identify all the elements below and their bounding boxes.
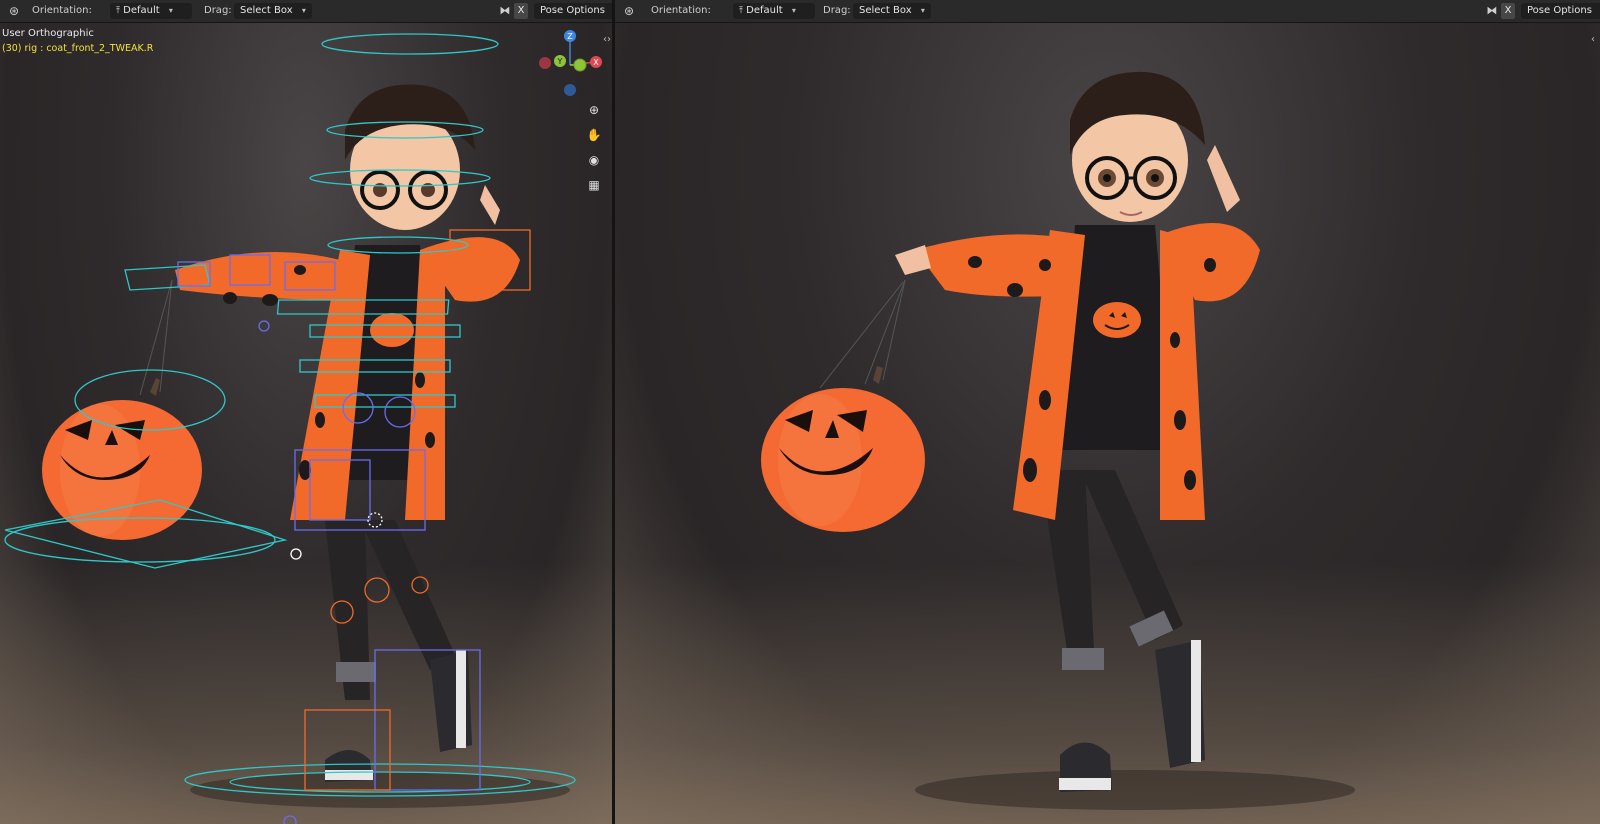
- camera-icon[interactable]: ◉: [584, 150, 604, 170]
- chevron-down-icon: ▾: [920, 6, 925, 15]
- transform-orientation-icon: ⤒: [739, 6, 743, 16]
- orientation-dropdown[interactable]: ⤒ Default ▾: [110, 3, 192, 19]
- pose-options-dropdown[interactable]: Pose Options ▾: [1521, 3, 1600, 19]
- orientation-dropdown[interactable]: ⤒ Default ▾: [733, 3, 815, 19]
- editor-type-icon[interactable]: ⊛: [5, 3, 23, 19]
- axis-neg-x-handle[interactable]: [539, 57, 551, 69]
- orientation-value: Default: [123, 5, 160, 16]
- drag-label: Drag:: [823, 5, 851, 16]
- pumpkin: [42, 279, 202, 540]
- rendered-character-scene[interactable]: [615, 0, 1600, 824]
- viewport-header: ⊛ Orientation: ⤒ Default ▾ Drag: Select …: [615, 0, 1600, 23]
- rigged-character-scene[interactable]: [0, 0, 612, 824]
- axis-neg-y-handle[interactable]: [573, 58, 587, 72]
- x-mirror-toggle[interactable]: X: [514, 3, 528, 19]
- transform-orientation-icon: ⤒: [116, 6, 120, 16]
- orientation-label: Orientation:: [32, 5, 92, 16]
- view-name: User Orthographic: [2, 28, 94, 39]
- navigation-gizmo[interactable]: Z X Y: [535, 30, 605, 100]
- viewport-header: ⊛ Orientation: ⤒ Default ▾ Drag: Select …: [0, 0, 612, 23]
- active-object-info: (30) rig : coat_front_2_TWEAK.R: [2, 43, 154, 54]
- chevron-down-icon: ▾: [168, 6, 173, 15]
- chevron-down-icon: ▾: [791, 6, 796, 15]
- x-mirror-toggle[interactable]: X: [1501, 3, 1515, 19]
- axis-x-label: X: [593, 58, 599, 67]
- drag-dropdown[interactable]: Select Box ▾: [234, 3, 312, 19]
- mirror-icon[interactable]: ⧓: [1484, 3, 1500, 19]
- right-3d-viewport[interactable]: ⊛ Orientation: ⤒ Default ▾ Drag: Select …: [615, 0, 1600, 824]
- pose-options-label: Pose Options: [540, 5, 605, 16]
- viewport-navigation-tools: ⊕ ✋ ◉ ▦: [584, 100, 604, 200]
- pan-hand-icon[interactable]: ✋: [584, 125, 604, 145]
- pumpkin: [761, 279, 925, 532]
- orientation-label: Orientation:: [651, 5, 711, 16]
- pose-options-label: Pose Options: [1527, 5, 1592, 16]
- drag-label: Drag:: [204, 5, 232, 16]
- axis-neg-z-handle[interactable]: [564, 84, 576, 96]
- region-toggle-icon[interactable]: ‹›: [603, 34, 611, 45]
- zoom-icon[interactable]: ⊕: [584, 100, 604, 120]
- axis-z-label: Z: [567, 32, 573, 41]
- editor-type-icon[interactable]: ⊛: [620, 3, 638, 19]
- mirror-icon[interactable]: ⧓: [497, 3, 513, 19]
- chevron-down-icon: ▾: [301, 6, 306, 15]
- drag-value: Select Box: [240, 5, 293, 16]
- orientation-value: Default: [746, 5, 783, 16]
- region-toggle-icon[interactable]: ‹: [1591, 34, 1595, 45]
- grid-icon[interactable]: ▦: [584, 175, 604, 195]
- pose-options-dropdown[interactable]: Pose Options ▾: [534, 3, 612, 19]
- drag-value: Select Box: [859, 5, 912, 16]
- axis-y-label: Y: [557, 57, 563, 66]
- drag-dropdown[interactable]: Select Box ▾: [853, 3, 931, 19]
- left-3d-viewport[interactable]: ⊛ Orientation: ⤒ Default ▾ Drag: Select …: [0, 0, 612, 824]
